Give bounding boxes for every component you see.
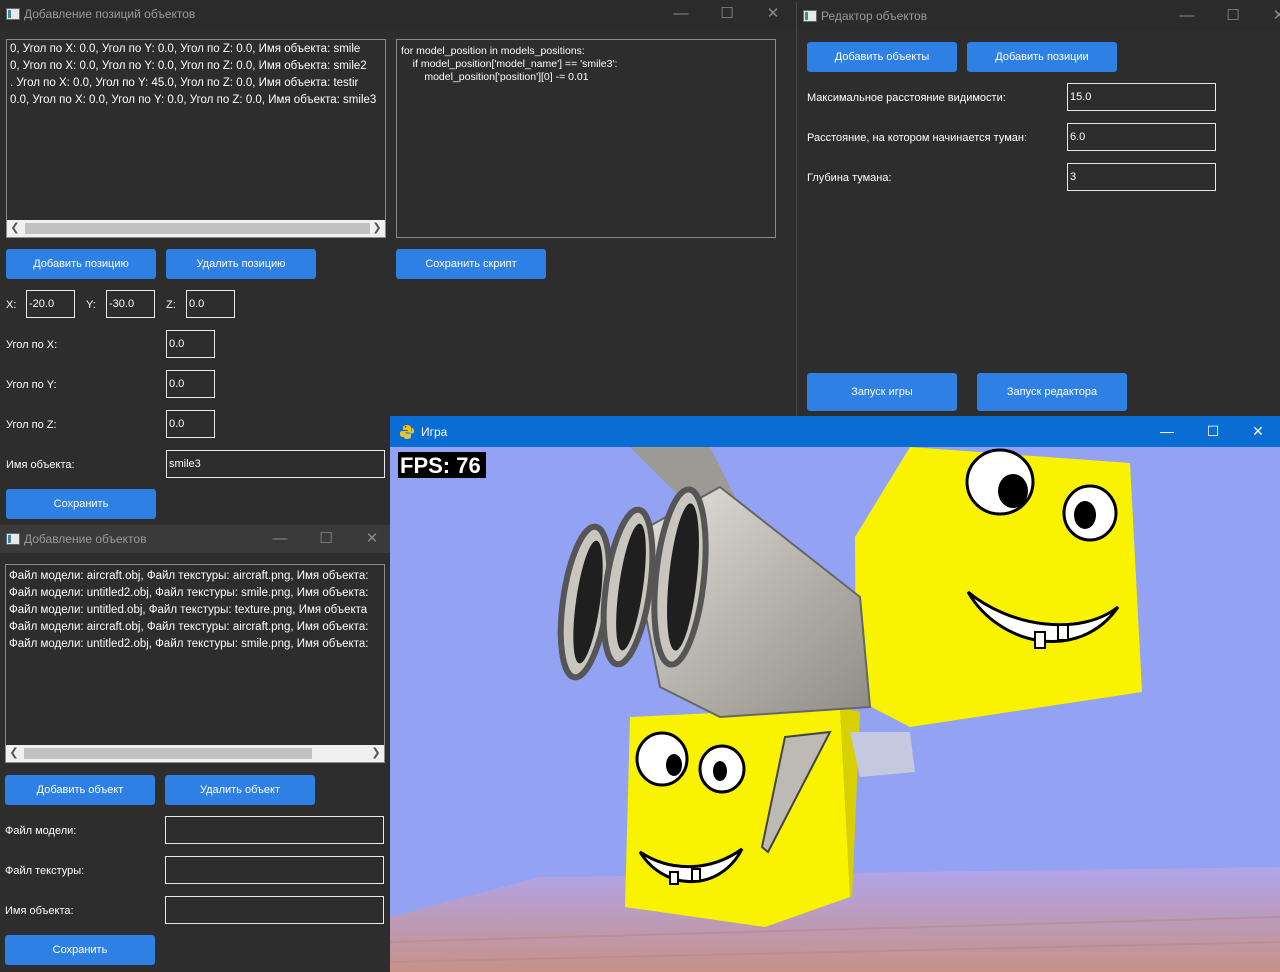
minimize-icon[interactable]: — (658, 0, 704, 28)
model-file-label: Файл модели: (5, 825, 77, 837)
close-icon[interactable]: ✕ (1236, 416, 1280, 447)
objects-titlebar[interactable]: Добавление объектов — ☐ ✕ (0, 525, 390, 553)
add-object-button[interactable]: Добавить объект (5, 775, 155, 805)
angle-y-label: Угол по Y: (6, 379, 57, 391)
objects-window: Добавление объектов — ☐ ✕ Файл модели: a… (0, 525, 390, 972)
x-input[interactable]: -20.0 (26, 290, 75, 318)
add-position-button[interactable]: Добавить позицию (6, 249, 156, 279)
positions-list[interactable]: 0, Угол по X: 0.0, Угол по Y: 0.0, Угол … (6, 39, 386, 238)
list-item[interactable]: Файл модели: aircraft.obj, Файл текстуры… (9, 621, 368, 633)
list-item[interactable]: 0, Угол по X: 0.0, Угол по Y: 0.0, Угол … (10, 43, 360, 55)
fog-depth-input[interactable]: 3 (1067, 163, 1216, 191)
scroll-thumb[interactable] (25, 223, 370, 234)
y-label: Y: (86, 299, 96, 311)
code-line: model_position['position'][0] -= 0.01 (401, 71, 589, 83)
maximize-icon[interactable]: ☐ (303, 525, 349, 553)
scroll-thumb[interactable] (24, 748, 312, 759)
positions-titlebar[interactable]: Добавление позиций объектов — ☐ ✕ (0, 0, 795, 28)
launch-editor-button[interactable]: Запуск редактора (977, 373, 1127, 411)
angle-z-input[interactable]: 0.0 (166, 410, 215, 438)
fog-start-label: Расстояние, на котором начинается туман: (807, 132, 1028, 144)
game-window: Игра — ☐ ✕ FPS: 76 (390, 416, 1280, 972)
python-icon (399, 424, 415, 443)
scroll-left-icon[interactable]: ❮ (6, 745, 22, 762)
list-item[interactable]: 0.0, Угол по X: 0.0, Угол по Y: 0.0, Уго… (10, 94, 376, 106)
code-line: if model_position['model_name'] == 'smil… (401, 58, 618, 70)
max-distance-label: Максимальное расстояние видимости: (807, 92, 1006, 104)
list-item[interactable]: Файл модели: aircraft.obj, Файл текстуры… (9, 570, 368, 582)
script-editor[interactable]: for model_position in models_positions: … (396, 39, 776, 238)
smile-cube-large (855, 447, 1142, 727)
texture-file-label: Файл текстуры: (5, 865, 85, 877)
y-input[interactable]: -30.0 (106, 290, 155, 318)
editor-window: Редактор объектов — ☐ ✕ Добавить объекты… (796, 2, 1280, 416)
game-titlebar[interactable]: Игра — ☐ ✕ (390, 416, 1280, 447)
object-name-label: Имя объекта: (6, 459, 75, 471)
texture-file-input[interactable] (165, 856, 384, 884)
horizontal-scrollbar[interactable]: ❮ ❯ (6, 745, 384, 762)
object-name-input[interactable]: smile3 (166, 450, 385, 478)
editor-titlebar[interactable]: Редактор объектов — ☐ ✕ (797, 2, 1280, 30)
object-name-input[interactable] (165, 896, 384, 924)
delete-position-button[interactable]: Удалить позицию (166, 249, 316, 279)
maximize-icon[interactable]: ☐ (704, 0, 750, 28)
list-item[interactable]: 0, Угол по X: 0.0, Угол по Y: 0.0, Угол … (10, 60, 367, 72)
code-line: for model_position in models_positions: (401, 45, 585, 57)
delete-object-button[interactable]: Удалить объект (165, 775, 315, 805)
app-icon (6, 533, 20, 545)
maximize-icon[interactable]: ☐ (1210, 2, 1256, 30)
model-file-input[interactable] (165, 816, 384, 844)
z-input[interactable]: 0.0 (186, 290, 235, 318)
angle-y-input[interactable]: 0.0 (166, 370, 215, 398)
window-title: Добавление позиций объектов (24, 7, 196, 21)
window-title: Редактор объектов (821, 9, 928, 23)
list-item[interactable]: Файл модели: untitled2.obj, Файл текстур… (9, 587, 368, 599)
max-distance-input[interactable]: 15.0 (1067, 83, 1216, 111)
minimize-icon[interactable]: — (1164, 2, 1210, 30)
fog-start-input[interactable]: 6.0 (1067, 123, 1216, 151)
minimize-icon[interactable]: — (1144, 416, 1190, 447)
scroll-left-icon[interactable]: ❮ (7, 220, 23, 237)
save-object-button[interactable]: Сохранить (5, 935, 155, 965)
angle-x-input[interactable]: 0.0 (166, 330, 215, 358)
add-positions-button[interactable]: Добавить позиции (967, 42, 1117, 72)
maximize-icon[interactable]: ☐ (1190, 416, 1236, 447)
object-name-label: Имя объекта: (5, 905, 74, 917)
app-icon (803, 10, 817, 22)
angle-x-label: Угол по X: (6, 339, 58, 351)
horizontal-scrollbar[interactable]: ❮ ❯ (7, 220, 385, 237)
close-icon[interactable]: ✕ (1256, 2, 1280, 30)
x-label: X: (6, 299, 17, 311)
save-script-button[interactable]: Сохранить скрипт (396, 249, 546, 279)
launch-game-button[interactable]: Запуск игры (807, 373, 957, 411)
angle-z-label: Угол по Z: (6, 419, 57, 431)
game-viewport[interactable]: FPS: 76 (390, 447, 1280, 972)
minimize-icon[interactable]: — (257, 525, 303, 553)
scroll-right-icon[interactable]: ❯ (369, 220, 385, 237)
close-icon[interactable]: ✕ (750, 0, 795, 28)
scroll-right-icon[interactable]: ❯ (368, 745, 384, 762)
save-position-button[interactable]: Сохранить (6, 489, 156, 519)
window-title: Игра (421, 425, 448, 439)
z-label: Z: (166, 299, 176, 311)
add-objects-button[interactable]: Добавить объекты (807, 42, 957, 72)
list-item[interactable]: Файл модели: untitled.obj, Файл текстуры… (9, 604, 367, 616)
window-title: Добавление объектов (24, 532, 147, 546)
list-item[interactable]: . Угол по X: 0.0, Угол по Y: 45.0, Угол … (10, 77, 358, 89)
app-icon (6, 8, 20, 20)
fog-depth-label: Глубина тумана: (807, 172, 892, 184)
list-item[interactable]: Файл модели: untitled2.obj, Файл текстур… (9, 638, 368, 650)
close-icon[interactable]: ✕ (349, 525, 390, 553)
fps-counter: FPS: 76 (400, 453, 481, 478)
objects-list[interactable]: Файл модели: aircraft.obj, Файл текстуры… (5, 564, 385, 763)
